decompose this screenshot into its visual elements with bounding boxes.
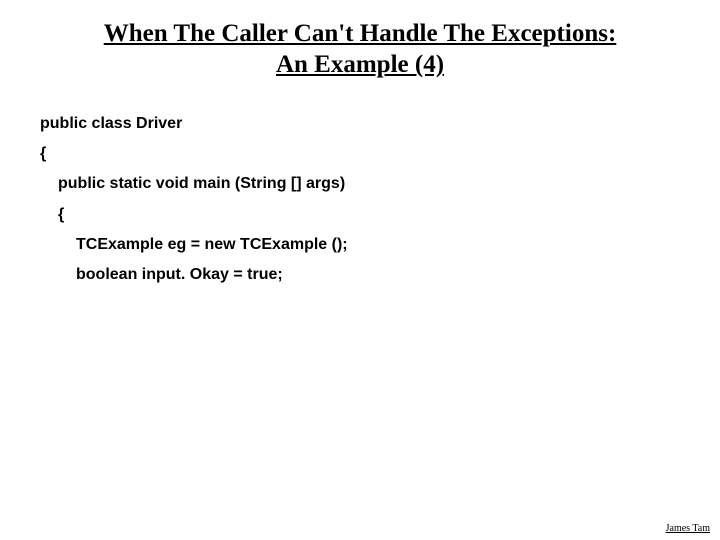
code-line: {	[40, 139, 680, 169]
code-line: public class Driver	[40, 109, 680, 139]
footer-author: James Tam	[666, 523, 710, 534]
slide: When The Caller Can't Handle The Excepti…	[0, 0, 720, 540]
code-line: {	[40, 200, 680, 230]
code-line: public static void main (String [] args)	[40, 169, 680, 199]
code-line: TCExample eg = new TCExample ();	[40, 230, 680, 260]
code-block: public class Driver { public static void…	[40, 109, 680, 291]
code-line: boolean input. Okay = true;	[40, 260, 680, 290]
slide-title: When The Caller Can't Handle The Excepti…	[40, 18, 680, 81]
